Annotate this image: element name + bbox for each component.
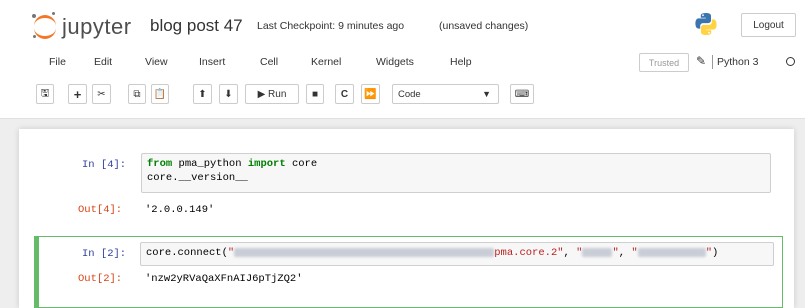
copy-icon[interactable]: ⧉ <box>128 84 146 104</box>
notebook-container: In [4]: from pma_python import core core… <box>0 119 805 308</box>
menu-insert[interactable]: Insert <box>199 56 225 68</box>
code-input[interactable]: from pma_python import core core.__versi… <box>141 153 771 193</box>
jupyter-logo-text: jupyter <box>62 14 132 39</box>
kernel-name[interactable]: Python 3 <box>717 56 758 68</box>
menu-edit[interactable]: Edit <box>94 56 112 68</box>
move-up-icon[interactable]: ⬆ <box>193 84 212 104</box>
code-cell-selected[interactable]: In [2]: core.connect(" pma.core.2", " ", "… <box>34 236 783 308</box>
menu-kernel[interactable]: Kernel <box>311 56 341 68</box>
cell-output: '2.0.0.149' <box>145 204 215 216</box>
redacted-password <box>637 247 706 257</box>
kernel-idle-indicator-icon <box>786 57 795 66</box>
notebook-toolbar: 🖫 + ✂ ⧉ 📋 ⬆ ⬇ ▶ Run ■ C ⏩ Code ▼ ⌨ <box>0 84 805 110</box>
code-text: core.__version__ <box>147 172 248 184</box>
code-text: core <box>285 158 318 170</box>
edit-mode-pencil-icon: ✎ <box>696 54 707 68</box>
code-string: pma.core.2" <box>494 247 564 259</box>
jupyter-logo[interactable]: jupyter <box>32 12 132 40</box>
run-button[interactable]: ▶ Run <box>245 84 299 104</box>
restart-icon[interactable]: C <box>335 84 354 104</box>
cell-type-select[interactable]: Code ▼ <box>392 84 499 104</box>
notebook-header: jupyter blog post 47 Last Checkpoint: 9 … <box>0 0 805 119</box>
paste-icon[interactable]: 📋 <box>151 84 169 104</box>
notebook-page: In [4]: from pma_python import core core… <box>19 129 794 308</box>
input-prompt: In [2]: <box>82 248 127 260</box>
cell-type-value: Code <box>398 89 421 100</box>
checkpoint-status: Last Checkpoint: 9 minutes ago <box>257 20 405 32</box>
chevron-down-icon: ▼ <box>482 89 491 99</box>
code-keyword: import <box>247 158 286 170</box>
trusted-indicator[interactable]: Trusted <box>639 53 689 72</box>
code-text: core.connect( <box>146 247 228 259</box>
code-text: , <box>563 247 577 259</box>
keyboard-icon[interactable]: ⌨ <box>510 84 534 104</box>
python-logo-icon <box>695 13 717 35</box>
input-prompt: In [4]: <box>82 159 127 171</box>
code-keyword: from <box>147 158 173 170</box>
autosave-status: (unsaved changes) <box>439 20 529 32</box>
menu-view[interactable]: View <box>145 56 168 68</box>
cut-icon[interactable]: ✂ <box>92 84 111 104</box>
jupyter-logo-icon <box>32 12 56 40</box>
cell-output: 'nzw2yRVaQaXFnAIJ6pTjZQ2' <box>145 273 303 285</box>
code-text: pma_python <box>172 158 248 170</box>
output-prompt: Out[4]: <box>78 204 123 216</box>
logout-button[interactable]: Logout <box>741 13 796 37</box>
menu-help[interactable]: Help <box>450 56 472 68</box>
notebook-name[interactable]: blog post 47 <box>150 16 243 36</box>
code-cell[interactable]: In [4]: from pma_python import core core… <box>33 151 780 223</box>
code-text: , <box>618 247 632 259</box>
menu-cell[interactable]: Cell <box>260 56 278 68</box>
insert-cell-icon[interactable]: + <box>68 84 87 104</box>
output-prompt: Out[2]: <box>78 273 123 285</box>
redacted-url <box>234 247 495 257</box>
menu-file[interactable]: File <box>49 56 66 68</box>
code-string: " <box>631 247 638 259</box>
move-down-icon[interactable]: ⬇ <box>219 84 238 104</box>
save-icon[interactable]: 🖫 <box>36 84 54 104</box>
redacted-username <box>582 247 613 257</box>
interrupt-icon[interactable]: ■ <box>306 84 324 104</box>
code-text: ) <box>712 247 719 259</box>
menu-widgets[interactable]: Widgets <box>376 56 414 68</box>
code-input[interactable]: core.connect(" pma.core.2", " ", " ") <box>140 242 774 266</box>
restart-run-all-icon[interactable]: ⏩ <box>361 84 380 104</box>
kernel-divider <box>712 55 713 69</box>
